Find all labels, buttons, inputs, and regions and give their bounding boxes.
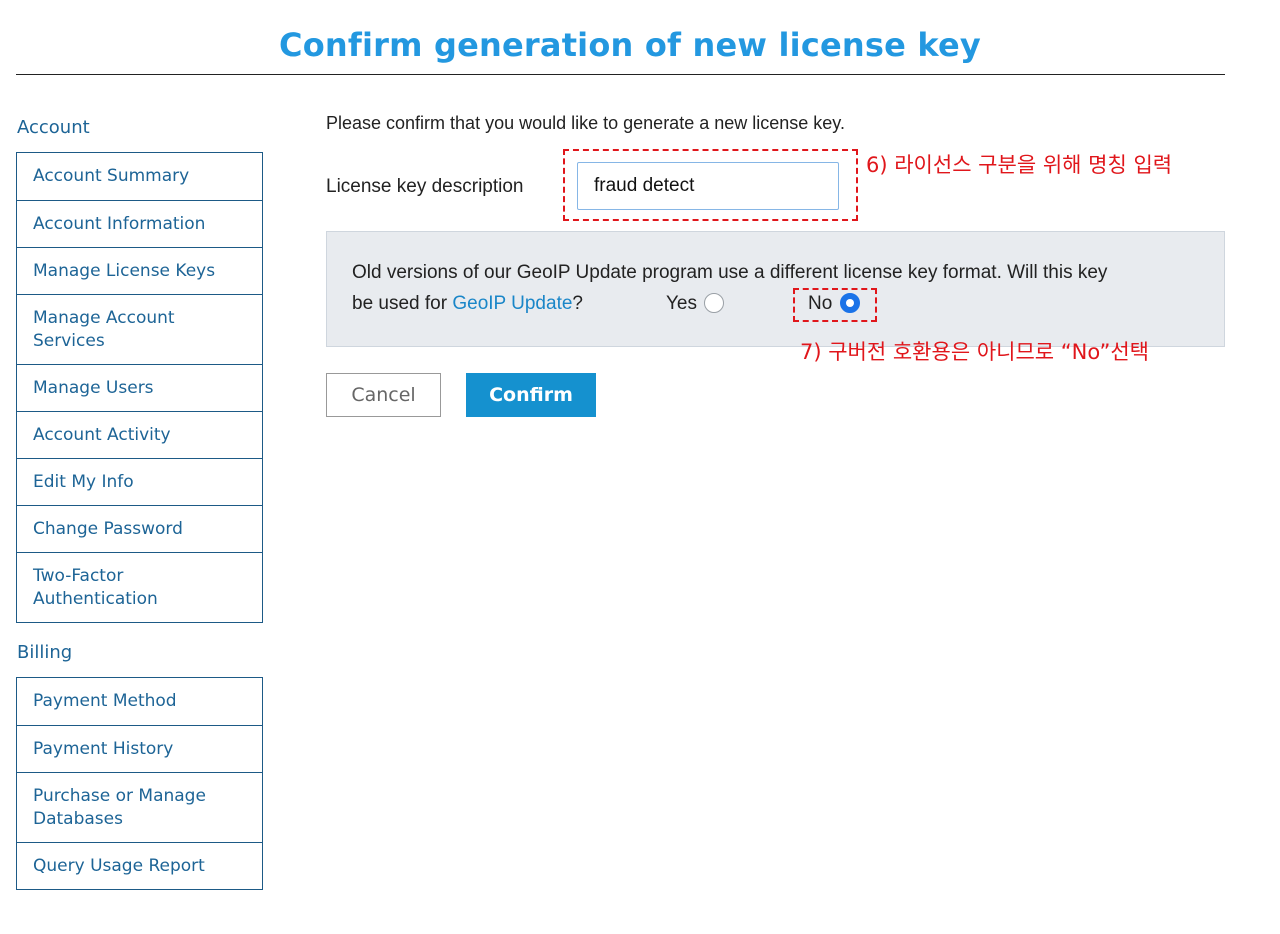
sidebar-item-manage-account-services[interactable]: Manage Account Services — [17, 294, 262, 364]
sidebar-heading-account: Account — [17, 117, 90, 138]
sidebar-item-account-information[interactable]: Account Information — [17, 200, 262, 247]
sidebar-item-payment-history[interactable]: Payment History — [17, 725, 262, 772]
question-text-line2: be used for GeoIP Update? — [352, 293, 583, 315]
sidebar-item-edit-my-info[interactable]: Edit My Info — [17, 458, 262, 505]
sidebar-item-change-password[interactable]: Change Password — [17, 505, 262, 552]
sidebar-item-query-usage-report[interactable]: Query Usage Report — [17, 842, 262, 889]
question-prefix: be used for — [352, 293, 453, 314]
annotation-box-description — [563, 149, 858, 221]
sidebar-item-account-summary[interactable]: Account Summary — [17, 153, 262, 200]
sidebar-account-list: Account Summary Account Information Mana… — [16, 152, 263, 623]
sidebar-billing-list: Payment Method Payment History Purchase … — [16, 677, 263, 890]
cancel-button[interactable]: Cancel — [326, 373, 441, 417]
sidebar-heading-billing: Billing — [17, 642, 73, 663]
annotation-box-no-option — [793, 288, 877, 322]
annotation-step7: 7) 구버전 호환용은 아니므로 “No”선택 — [800, 340, 1149, 364]
description-label: License key description — [326, 176, 524, 197]
intro-text: Please confirm that you would like to ge… — [326, 113, 845, 133]
title-divider — [16, 74, 1225, 75]
geoip-question-panel — [326, 231, 1225, 347]
sidebar-item-account-activity[interactable]: Account Activity — [17, 411, 262, 458]
confirm-button[interactable]: Confirm — [466, 373, 596, 417]
sidebar-item-manage-license-keys[interactable]: Manage License Keys — [17, 247, 262, 294]
geoip-update-link[interactable]: GeoIP Update — [452, 293, 572, 314]
page-title: Confirm generation of new license key — [279, 26, 981, 64]
question-suffix: ? — [572, 293, 583, 314]
radio-label-yes: Yes — [666, 293, 697, 314]
annotation-step6: 6) 라이선스 구분을 위해 명칭 입력 — [866, 153, 1173, 177]
sidebar-item-payment-method[interactable]: Payment Method — [17, 678, 262, 725]
question-text-line1: Old versions of our GeoIP Update program… — [352, 262, 1108, 283]
sidebar-item-purchase-or-manage-databases[interactable]: Purchase or Manage Databases — [17, 772, 262, 842]
sidebar-item-manage-users[interactable]: Manage Users — [17, 364, 262, 411]
radio-yes[interactable] — [704, 293, 724, 313]
sidebar-item-two-factor-authentication[interactable]: Two-Factor Authentication — [17, 552, 262, 622]
